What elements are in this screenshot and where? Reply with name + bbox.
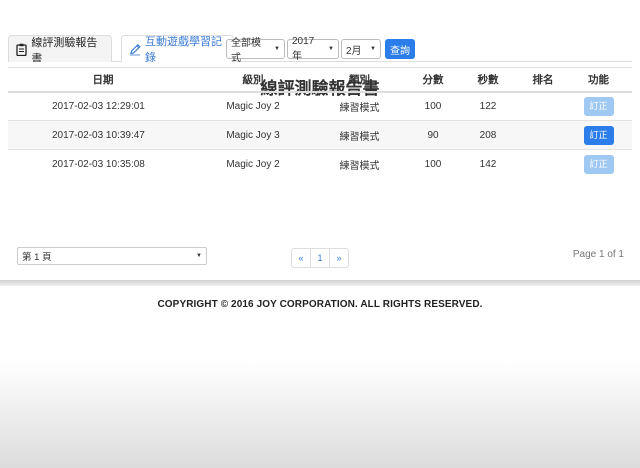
cell-rank (521, 149, 565, 179)
cell-category: 練習模式 (308, 149, 411, 179)
correct-button[interactable]: 訂正 (583, 96, 614, 116)
section-divider (0, 280, 640, 286)
col-header-seconds: 秒數 (455, 67, 521, 93)
next-page-button[interactable]: » (329, 248, 349, 268)
cell-action: 訂正 (565, 120, 632, 150)
prev-page-button[interactable]: « (291, 248, 311, 268)
cell-date: 2017-02-03 10:35:08 (8, 149, 198, 179)
cell-date: 2017-02-03 10:39:47 (8, 120, 198, 150)
page-select[interactable]: 第 1 頁 ▼ (17, 247, 207, 265)
col-header-rank: 排名 (521, 67, 565, 93)
cell-score: 100 (411, 149, 455, 179)
cell-level: Magic Joy 2 (198, 149, 308, 179)
cell-category: 練習模式 (308, 120, 411, 150)
year-select[interactable]: 2017年 ▼ (287, 36, 339, 62)
cell-level: Magic Joy 2 (198, 91, 308, 121)
pagination: « 1 » (291, 248, 349, 268)
copyright-text: COPYRIGHT © 2016 JOY CORPORATION. ALL RI… (157, 299, 483, 310)
cell-category: 練習模式 (308, 91, 411, 121)
caret-down-icon: ▼ (196, 253, 202, 259)
cell-score: 100 (411, 91, 455, 121)
page-info: Page 1 of 1 (572, 249, 624, 260)
report-table: 日期 級別 類別 分數 秒數 排名 功能 2017-02-03 12:29:01… (8, 67, 632, 179)
page-select-value: 第 1 頁 (22, 252, 52, 263)
correct-button[interactable]: 訂正 (583, 154, 614, 174)
table-row: 2017-02-03 10:39:47 Magic Joy 3 練習模式 90 … (8, 120, 632, 150)
col-header-category: 類別 (308, 67, 411, 93)
mode-select-value: 全部模式 (231, 38, 261, 64)
query-button[interactable]: 查詢 (385, 39, 415, 59)
cell-seconds: 142 (455, 149, 521, 179)
cell-rank (521, 91, 565, 121)
col-header-action: 功能 (565, 67, 632, 93)
tab-test-report[interactable]: 線評測驗報告書 (8, 35, 112, 65)
tab-label: 線評測驗報告書 (31, 36, 98, 65)
filter-bar: 全部模式 ▼ 2017年 ▼ 2月 ▼ 查詢 (226, 36, 415, 64)
cell-date: 2017-02-03 12:29:01 (8, 91, 198, 121)
page-top-bar (0, 0, 640, 34)
month-select-value: 2月 (346, 45, 362, 57)
clipboard-icon (16, 43, 27, 56)
table-row: 2017-02-03 12:29:01 Magic Joy 2 練習模式 100… (8, 91, 632, 121)
col-header-date: 日期 (8, 67, 198, 93)
correct-button[interactable]: 訂正 (583, 125, 614, 145)
table-header-row: 日期 級別 類別 分數 秒數 排名 功能 (8, 67, 632, 93)
col-header-score: 分數 (411, 67, 455, 93)
cell-seconds: 208 (455, 120, 521, 150)
tab-game-records[interactable]: 互動遊戲學習記錄 (121, 35, 234, 64)
caret-down-icon: ▼ (328, 46, 334, 52)
mode-select[interactable]: 全部模式 ▼ (226, 38, 285, 64)
table-row: 2017-02-03 10:35:08 Magic Joy 2 練習模式 100… (8, 149, 632, 179)
page-1-button[interactable]: 1 (310, 248, 330, 268)
cell-action: 訂正 (565, 149, 632, 179)
year-select-value: 2017年 (292, 36, 315, 62)
cell-score: 90 (411, 120, 455, 150)
caret-down-icon: ▼ (274, 46, 280, 52)
cell-rank (521, 120, 565, 150)
month-select[interactable]: 2月 ▼ (341, 39, 381, 59)
pencil-icon (129, 43, 141, 56)
cell-action: 訂正 (565, 91, 632, 121)
col-header-level: 級別 (198, 67, 308, 93)
tab-label: 互動遊戲學習記錄 (145, 36, 222, 64)
cell-seconds: 122 (455, 91, 521, 121)
caret-down-icon: ▼ (370, 46, 376, 52)
cell-level: Magic Joy 3 (198, 120, 308, 150)
